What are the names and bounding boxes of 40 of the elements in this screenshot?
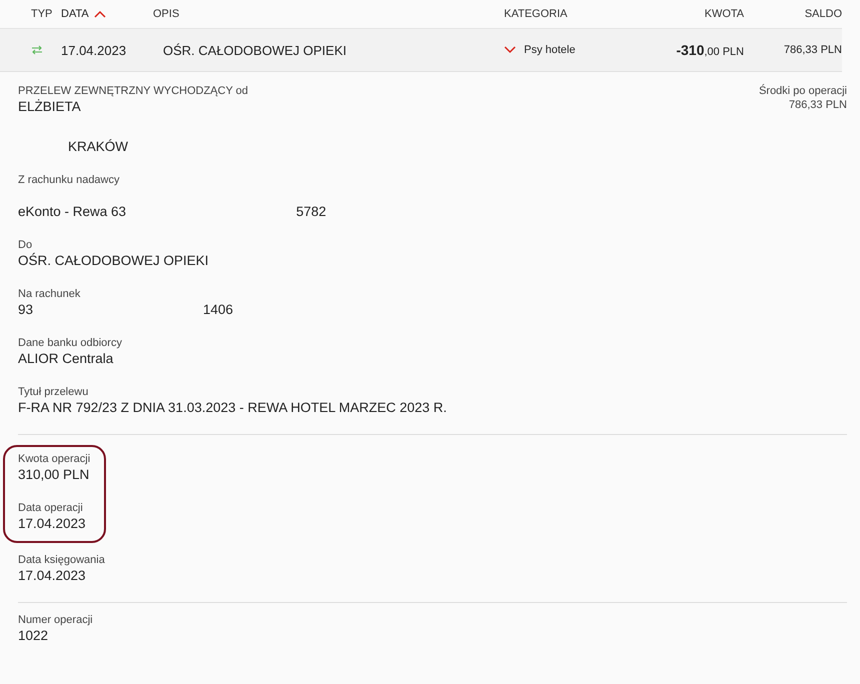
field-label: Dane banku odbiorcy <box>18 336 123 350</box>
field-value: F-RA NR 792/23 Z DNIA 31.03.2023 - REWA HOTEL MARZEC 2023 R. <box>18 399 447 417</box>
field-label: Tytuł przelewu <box>18 385 90 399</box>
field-value: ALIOR Centrala <box>18 350 114 368</box>
transaction-description: OŚR. CAŁODOBOWEJ OPIEKI <box>163 42 346 58</box>
amount: -310,00 PLN <box>676 46 744 58</box>
sender-line: KRAKÓW <box>68 139 128 154</box>
field-value: 17.04.2023 <box>18 567 86 585</box>
field-value: OŚR. CAŁODOBOWEJ OPIEKI <box>18 252 209 270</box>
transaction-row[interactable]: 17.04.2023 OŚR. CAŁODOBOWEJ OPIEKI Psy hotele -310,00 PLN 786,33 PLN <box>0 29 842 72</box>
field-label: Data operacji <box>18 501 84 515</box>
field-label: Numer operacji <box>18 613 94 627</box>
field-value: 93 <box>18 301 34 319</box>
column-header[interactable]: TYP <box>31 8 52 20</box>
balance-after-label: Środki po operacji <box>758 84 847 98</box>
chevron-down-icon[interactable] <box>504 46 516 54</box>
column-header[interactable]: KATEGORIA <box>504 8 568 20</box>
balance: 786,33 PLN <box>784 44 842 56</box>
transfer-type-label: PRZELEW ZEWNĘTRZNY WYCHODZĄCY od <box>18 84 248 98</box>
category-label: Psy hotele <box>524 44 576 56</box>
column-header[interactable]: OPIS <box>153 8 180 20</box>
field-label: Data księgowania <box>18 553 106 567</box>
field-label: Do <box>18 238 34 252</box>
column-header[interactable]: DATA <box>61 8 89 20</box>
transaction-date: 17.04.2023 <box>61 42 126 58</box>
field-value: 1406 <box>203 301 234 319</box>
field-label: Na rachunek <box>18 287 82 301</box>
field-value: 17.04.2023 <box>18 515 86 533</box>
field-value: 5782 <box>296 203 326 221</box>
sort-up-icon <box>94 10 106 18</box>
field-value: 310,00 PLN <box>18 466 90 484</box>
field-value: eKonto - Rewa 63 <box>18 203 126 221</box>
field-label: Kwota operacji <box>18 452 90 466</box>
transfer-arrows-icon <box>31 45 43 55</box>
field-label: Z rachunku nadawcy <box>18 173 120 187</box>
column-header[interactable]: SALDO <box>804 8 842 20</box>
column-header[interactable]: KWOTA <box>704 8 744 20</box>
balance-after-value: 786,33 PLN <box>788 98 847 112</box>
sender-line: ELŻBIETA <box>18 99 81 114</box>
field-value: 1022 <box>18 627 48 645</box>
